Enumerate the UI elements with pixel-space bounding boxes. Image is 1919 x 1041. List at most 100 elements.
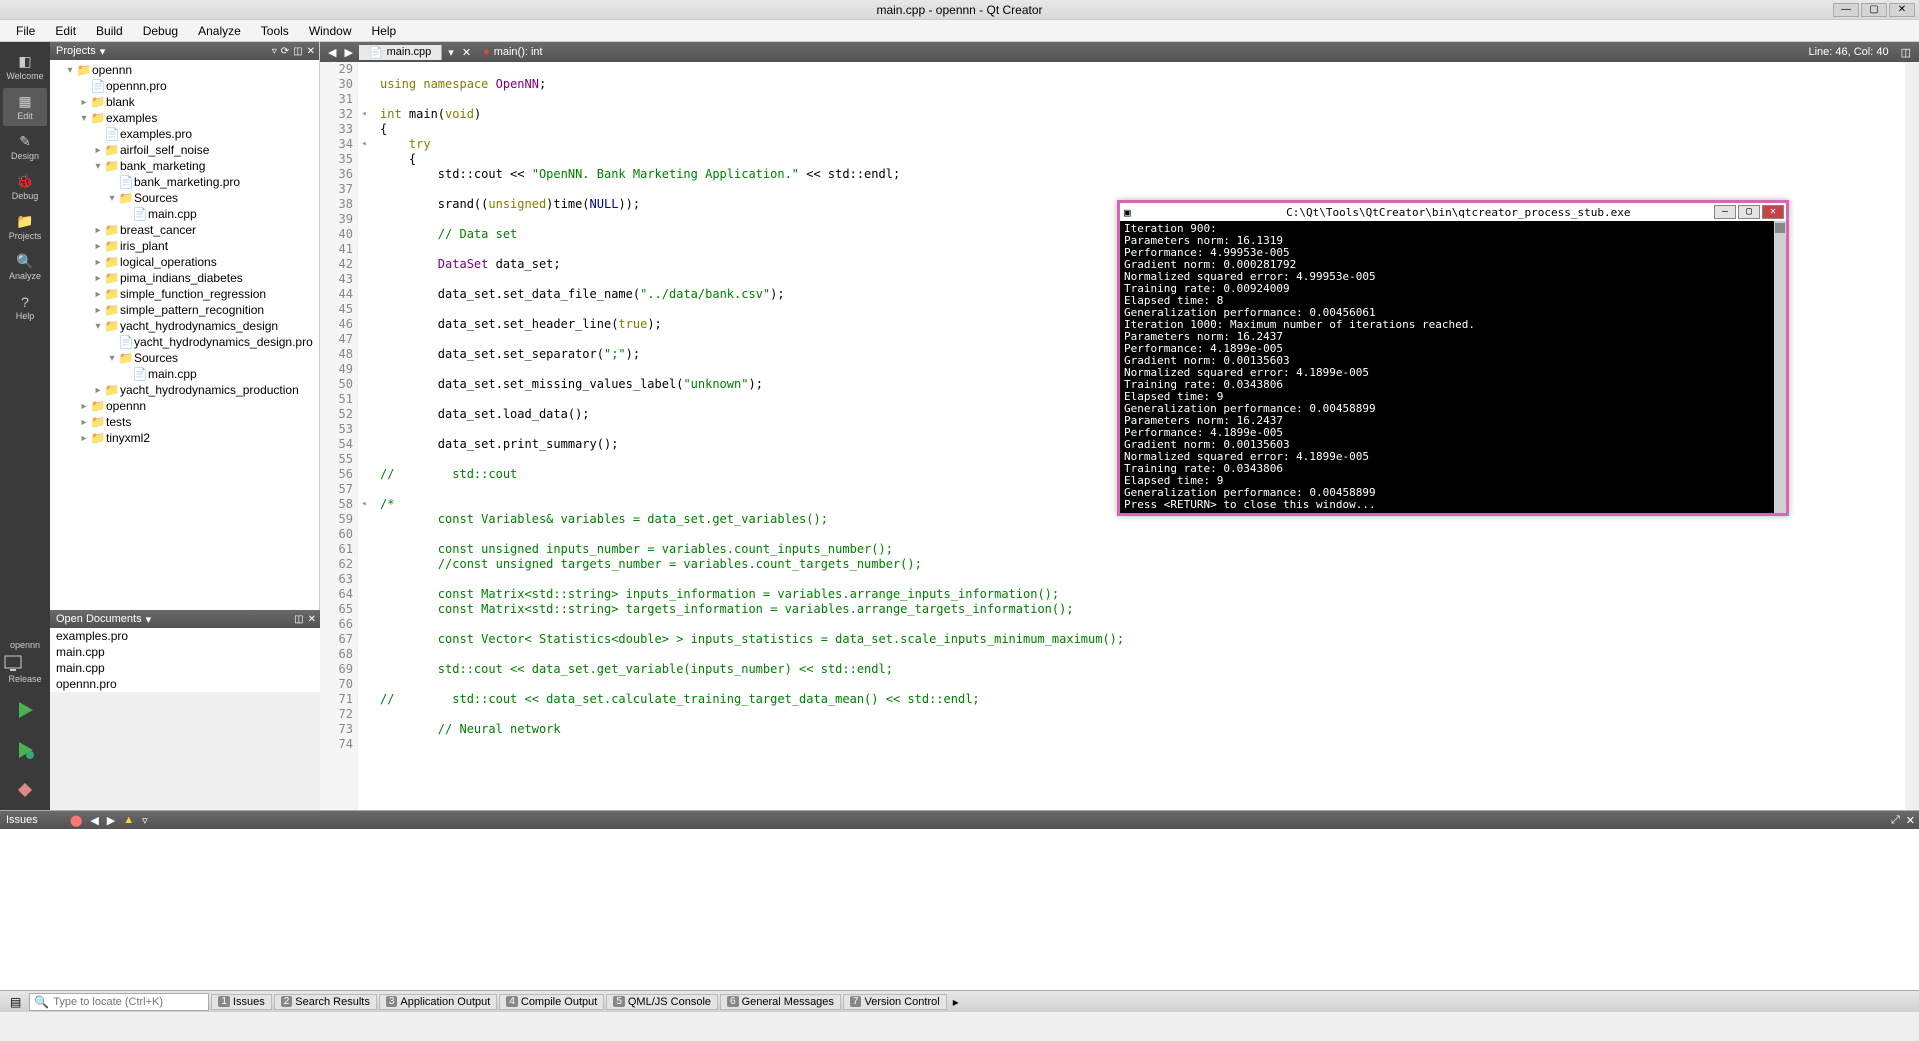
locator-input[interactable] — [53, 996, 204, 1008]
console-output[interactable]: Iteration 900: Parameters norm: 16.1319 … — [1120, 221, 1786, 513]
run-button[interactable] — [11, 696, 39, 724]
tree-item[interactable]: 📄examples.pro — [50, 126, 319, 142]
tree-twisty-icon[interactable]: ▸ — [92, 145, 104, 156]
console-window[interactable]: ▣ C:\Qt\Tools\QtCreator\bin\qtcreator_pr… — [1117, 200, 1789, 516]
tree-twisty-icon[interactable]: ▾ — [106, 193, 118, 204]
mode-design[interactable]: ✎Design — [3, 128, 47, 166]
more-outputs-icon[interactable]: ▸ — [949, 995, 963, 1009]
tree-twisty-icon[interactable]: ▸ — [92, 225, 104, 236]
output-tab-issues[interactable]: 1Issues — [211, 994, 271, 1010]
tree-item[interactable]: ▾📁bank_marketing — [50, 158, 319, 174]
filter-icon[interactable]: ▿ — [142, 814, 148, 827]
output-tab-compile-output[interactable]: 4Compile Output — [499, 994, 604, 1010]
warning-filter-icon[interactable]: ▲ — [123, 814, 134, 827]
tree-twisty-icon[interactable]: ▸ — [92, 257, 104, 268]
tree-item[interactable]: ▸📁breast_cancer — [50, 222, 319, 238]
tree-item[interactable]: 📄bank_marketing.pro — [50, 174, 319, 190]
tree-twisty-icon[interactable]: ▸ — [92, 289, 104, 300]
scroll-up-icon[interactable] — [1775, 223, 1785, 233]
console-maximize-button[interactable]: ▢ — [1738, 205, 1760, 219]
tree-twisty-icon[interactable]: ▸ — [92, 305, 104, 316]
tree-twisty-icon[interactable]: ▸ — [92, 241, 104, 252]
menu-debug[interactable]: Debug — [133, 22, 188, 40]
tree-item[interactable]: ▾📁examples — [50, 110, 319, 126]
mode-projects[interactable]: 📁Projects — [3, 208, 47, 246]
tree-item[interactable]: 📄yacht_hydrodynamics_design.pro — [50, 334, 319, 350]
open-documents-list[interactable]: examples.promain.cppmain.cppopennn.pro — [50, 628, 320, 692]
tree-item[interactable]: ▸📁opennn — [50, 398, 319, 414]
filter-errors-icon[interactable]: ⬤ — [70, 814, 82, 827]
editor-tab[interactable]: 📄 main.cpp — [359, 45, 442, 60]
tree-item[interactable]: 📄main.cpp — [50, 206, 319, 222]
tree-item[interactable]: ▾📁opennn — [50, 62, 319, 78]
tree-item[interactable]: ▸📁yacht_hydrodynamics_production — [50, 382, 319, 398]
tree-twisty-icon[interactable]: ▸ — [92, 273, 104, 284]
tree-item[interactable]: ▾📁yacht_hydrodynamics_design — [50, 318, 319, 334]
output-tab-application-output[interactable]: 3Application Output — [379, 994, 497, 1010]
prev-issue-icon[interactable]: ◀ — [90, 814, 98, 827]
expand-icon[interactable]: ⤢ — [1891, 814, 1900, 827]
toggle-sidebar-icon[interactable]: ▤ — [4, 995, 27, 1009]
tree-item[interactable]: ▸📁blank — [50, 94, 319, 110]
project-tree[interactable]: ▾📁opennn 📄opennn.pro▸📁blank▾📁examples 📄e… — [50, 60, 319, 610]
split-icon[interactable]: ◫ — [294, 614, 303, 625]
kit-selector[interactable]: opennn Release — [3, 634, 47, 690]
open-document-item[interactable]: main.cpp — [50, 660, 320, 676]
back-button[interactable]: ◀ — [324, 46, 340, 59]
tree-twisty-icon[interactable]: ▾ — [106, 353, 118, 364]
tree-twisty-icon[interactable]: ▸ — [92, 385, 104, 396]
menu-window[interactable]: Window — [299, 22, 362, 40]
output-tab-search-results[interactable]: 2Search Results — [274, 994, 377, 1010]
open-document-item[interactable]: examples.pro — [50, 628, 320, 644]
console-close-button[interactable]: ✕ — [1762, 205, 1784, 219]
tree-item[interactable]: ▸📁tests — [50, 414, 319, 430]
tree-item[interactable]: ▸📁logical_operations — [50, 254, 319, 270]
tree-twisty-icon[interactable]: ▸ — [78, 401, 90, 412]
tree-twisty-icon[interactable]: ▸ — [78, 417, 90, 428]
sync-icon[interactable]: ⟳ — [281, 46, 289, 57]
tree-twisty-icon[interactable]: ▸ — [78, 433, 90, 444]
console-scrollbar[interactable] — [1774, 221, 1786, 513]
menu-tools[interactable]: Tools — [251, 22, 299, 40]
locator[interactable]: 🔍 — [29, 993, 209, 1011]
filter-icon[interactable]: ▿ — [272, 46, 277, 57]
close-tab-icon[interactable]: ✕ — [458, 46, 475, 59]
menu-build[interactable]: Build — [86, 22, 133, 40]
output-tab-general-messages[interactable]: 6General Messages — [720, 994, 841, 1010]
output-tab-version-control[interactable]: 7Version Control — [843, 994, 947, 1010]
console-minimize-button[interactable]: — — [1714, 205, 1736, 219]
tree-twisty-icon[interactable]: ▾ — [64, 65, 76, 76]
split-editor-icon[interactable]: ◫ — [1897, 46, 1915, 59]
split-icon[interactable]: ◫ — [293, 46, 302, 57]
tree-twisty-icon[interactable]: ▾ — [78, 113, 90, 124]
mode-welcome[interactable]: ◧Welcome — [3, 48, 47, 86]
tree-twisty-icon[interactable]: ▾ — [92, 161, 104, 172]
tree-item[interactable]: ▸📁tinyxml2 — [50, 430, 319, 446]
forward-button[interactable]: ▶ — [340, 46, 356, 59]
tree-item[interactable]: ▸📁pima_indians_diabetes — [50, 270, 319, 286]
close-panel-icon[interactable]: ✕ — [307, 46, 315, 57]
chevron-down-icon[interactable]: ▾ — [146, 613, 152, 626]
next-issue-icon[interactable]: ▶ — [107, 814, 115, 827]
menu-edit[interactable]: Edit — [45, 22, 86, 40]
menu-analyze[interactable]: Analyze — [188, 22, 251, 40]
tree-twisty-icon[interactable]: ▸ — [78, 97, 90, 108]
maximize-button[interactable]: ▢ — [1861, 3, 1887, 17]
output-tab-qml-js-console[interactable]: 5QML/JS Console — [606, 994, 718, 1010]
tab-dropdown-icon[interactable]: ▾ — [444, 46, 458, 59]
mode-help[interactable]: ?Help — [3, 288, 47, 326]
menu-help[interactable]: Help — [362, 22, 407, 40]
tree-item[interactable]: 📄opennn.pro — [50, 78, 319, 94]
issues-list[interactable] — [0, 829, 1919, 990]
open-document-item[interactable]: main.cpp — [50, 644, 320, 660]
breadcrumb[interactable]: main(): int — [494, 46, 543, 58]
tree-item[interactable]: ▾📁Sources — [50, 350, 319, 366]
mode-debug[interactable]: 🐞Debug — [3, 168, 47, 206]
tree-item[interactable]: 📄main.cpp — [50, 366, 319, 382]
open-document-item[interactable]: opennn.pro — [50, 676, 320, 692]
editor-scrollbar[interactable] — [1905, 62, 1919, 810]
minimize-button[interactable]: — — [1833, 3, 1859, 17]
chevron-down-icon[interactable]: ▾ — [100, 45, 106, 58]
close-panel-icon[interactable]: ✕ — [308, 614, 316, 625]
tree-item[interactable]: ▸📁simple_function_regression — [50, 286, 319, 302]
